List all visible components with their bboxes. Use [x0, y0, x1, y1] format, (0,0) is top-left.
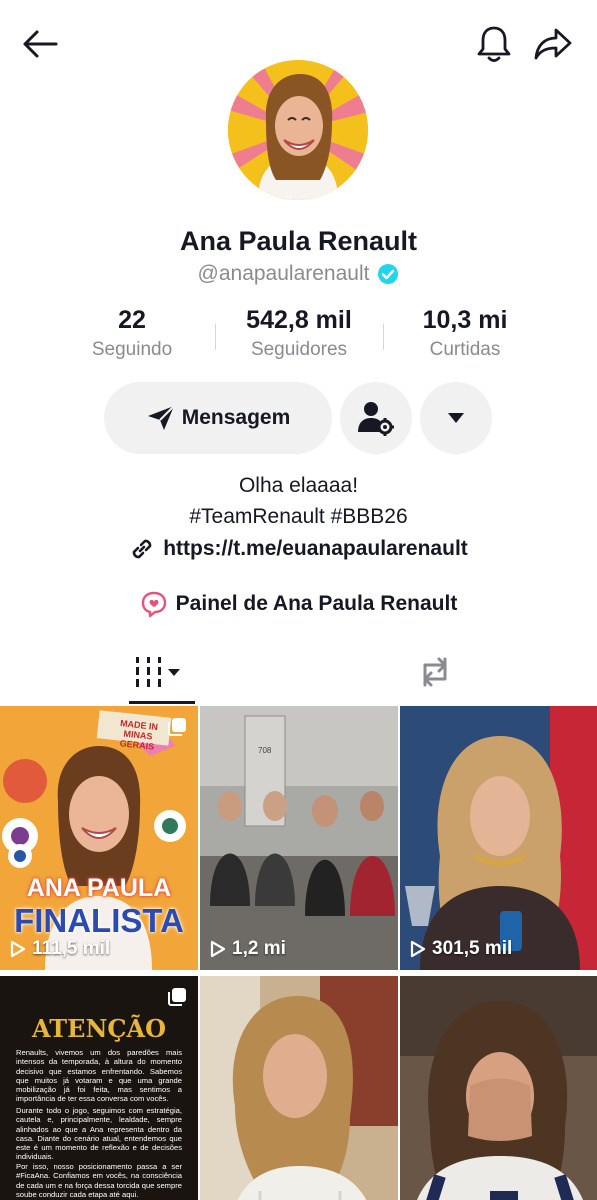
stat-label: Curtidas — [429, 339, 501, 360]
video-thumbnail[interactable]: MADE IN MINAS GERAIS ANA PAULA FINALISTA… — [0, 706, 198, 970]
message-button[interactable]: Mensagem — [104, 382, 332, 454]
play-icon — [10, 940, 26, 958]
profile-name: Ana Paula Renault — [179, 226, 418, 256]
bio-hashtags: #TeamRenault #BBB26 — [189, 505, 408, 528]
stat-divider — [215, 324, 216, 350]
thumbnail-image — [400, 706, 597, 970]
video-thumbnail[interactable]: 301,5 mil — [400, 706, 597, 970]
view-count: 1,2 mi — [210, 938, 286, 960]
back-button[interactable] — [18, 24, 62, 64]
stat-following[interactable]: 22 Seguindo — [52, 306, 212, 361]
stat-followers[interactable]: 542,8 mil Seguidores — [219, 306, 379, 361]
copy-icon — [168, 718, 186, 736]
copy-icon — [168, 988, 186, 1006]
bio-line: Olha elaaaa! — [238, 474, 359, 497]
view-count: 111,5 mil — [10, 938, 110, 960]
verified-badge-icon — [378, 264, 399, 284]
view-count-text: 301,5 mil — [432, 938, 513, 959]
thumbnail-paragraph: Por isso, nosso posicionamento passa a s… — [16, 1162, 182, 1199]
link-icon — [132, 539, 152, 559]
caret-down-icon — [448, 413, 464, 423]
content-tabs — [0, 640, 597, 704]
view-count-text: 111,5 mil — [32, 938, 111, 959]
repost-icon — [423, 657, 447, 687]
thumbnail-paragraph: Renaults, vivemos um dos paredões mais i… — [16, 1048, 182, 1104]
thumbnail-paragraph: Durante todo o jogo, seguimos com estrat… — [16, 1106, 182, 1162]
stat-label: Seguidores — [250, 339, 348, 360]
avatar-photo — [228, 60, 368, 200]
profile-handle: @anapaularenault — [197, 262, 370, 285]
video-thumbnail[interactable] — [400, 976, 597, 1200]
video-thumbnail[interactable]: 708 1,2 mi — [200, 706, 398, 970]
stat-value: 542,8 mil — [246, 306, 352, 334]
message-button-label: Mensagem — [181, 406, 291, 429]
friend-settings-button[interactable] — [340, 382, 412, 454]
fan-panel-label: Painel de Ana Paula Renault — [175, 592, 458, 615]
active-tab-indicator — [129, 701, 195, 704]
thumbnail-title: ATENÇÃO — [31, 1014, 167, 1043]
stat-label: Seguindo — [91, 339, 173, 360]
thumbnail-image — [200, 706, 398, 970]
fan-panel-link[interactable]: Painel de Ana Paula Renault — [0, 590, 597, 618]
tab-reposts[interactable] — [400, 640, 470, 704]
view-count: 301,5 mil — [410, 938, 512, 960]
thumbnail-subtitle: FINALISTA — [14, 902, 184, 939]
view-count-text: 1,2 mi — [232, 938, 286, 959]
avatar[interactable] — [228, 60, 368, 200]
video-thumbnail[interactable] — [200, 976, 398, 1200]
stat-value: 22 — [118, 306, 146, 334]
multi-post-indicator — [166, 986, 188, 1013]
more-options-button[interactable] — [420, 382, 492, 454]
tab-videos[interactable] — [120, 640, 198, 704]
stat-likes[interactable]: 10,3 mi Curtidas — [385, 306, 545, 361]
notifications-button[interactable] — [472, 22, 516, 66]
thumbnail-image — [400, 976, 597, 1200]
play-icon — [410, 940, 426, 958]
fan-panel-icon — [141, 591, 166, 618]
grid-bars-icon — [136, 657, 180, 687]
video-grid: MADE IN MINAS GERAIS ANA PAULA FINALISTA… — [0, 706, 597, 1200]
video-thumbnail[interactable]: ATENÇÃO Renaults, vivemos um dos paredõe… — [0, 976, 198, 1200]
share-arrow-icon — [534, 28, 572, 60]
thumbnail-image — [200, 976, 398, 1200]
bell-icon — [477, 26, 511, 62]
multi-post-indicator — [166, 716, 188, 743]
room-number: 708 — [258, 746, 272, 755]
stat-value: 10,3 mi — [422, 306, 508, 334]
bio-link-text: https://t.me/euanapaularenault — [163, 537, 468, 560]
send-icon — [147, 405, 175, 430]
bio-link[interactable]: https://t.me/euanapaularenault — [0, 536, 597, 562]
arrow-left-icon — [23, 30, 58, 58]
stat-divider — [383, 324, 384, 350]
handle-row: @anapaularenault — [0, 262, 597, 286]
user-settings-icon — [358, 402, 394, 436]
profile-stats: 22 Seguindo 542,8 mil Seguidores 10,3 mi… — [0, 306, 597, 368]
play-icon — [210, 940, 226, 958]
thumbnail-title: ANA PAULA — [26, 874, 172, 902]
share-button[interactable] — [530, 22, 576, 66]
